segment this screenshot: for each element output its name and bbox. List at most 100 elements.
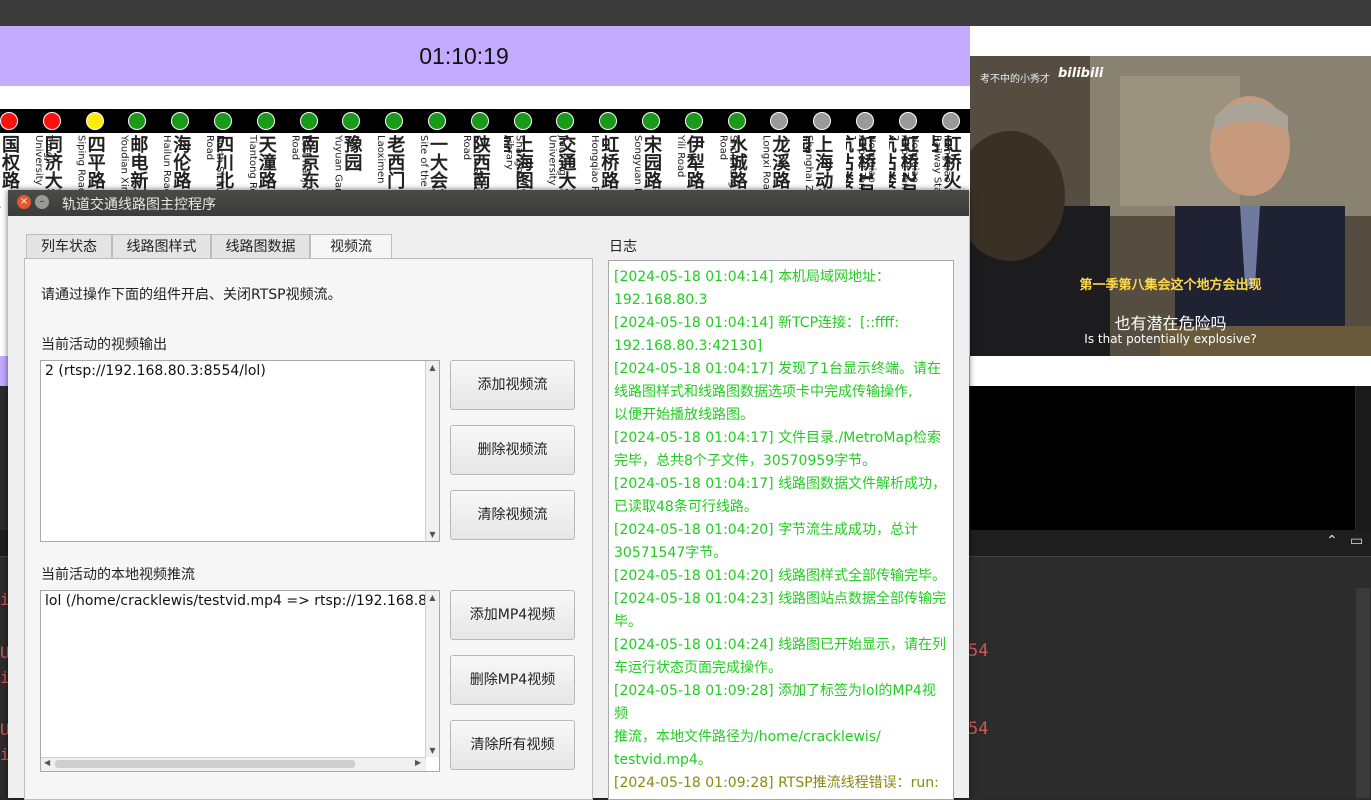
station-status-dot	[813, 112, 832, 130]
log-line: [2024-05-18 01:04:17] 线路图数据文件解析成功，	[614, 476, 947, 492]
station-name-cn: 天潼路	[255, 135, 277, 189]
log-line: 192.168.80.3:42130]	[614, 338, 763, 354]
scroll-up-icon[interactable]: ▲	[426, 363, 439, 372]
delete-stream-button[interactable]: 删除视频流	[450, 425, 575, 475]
line-bar	[0, 109, 970, 133]
log-line: [2024-05-18 01:04:17] 发现了1台显示终端。请在	[614, 361, 941, 377]
video-window: 考不中的小秀才 bilibili 第一季第八集会这个地方会出现 也有潜在危险吗 …	[970, 26, 1371, 386]
black-panel	[970, 386, 1355, 530]
station-status-dot	[941, 112, 960, 130]
station-status-dot	[599, 112, 618, 130]
station-name-cn: 龙溪路	[769, 135, 791, 189]
log-line: 推流，本地文件路径为/home/cracklewis/	[614, 729, 881, 745]
video-watermark: 考不中的小秀才	[980, 74, 1050, 85]
log-line: 完毕，总共8个子文件，30570959字节。	[614, 453, 877, 469]
station-name-cn: 水城路	[726, 135, 748, 189]
local-push-list[interactable]: lol (/home/cracklewis/testvid.mp4 => rts…	[40, 590, 440, 772]
log-line: 已读取48条可行线路。	[614, 499, 758, 515]
station-status-dot	[642, 112, 660, 130]
station-status-dot	[214, 112, 232, 130]
scroll-down-icon[interactable]: ▼	[426, 746, 439, 755]
scroll-down-icon[interactable]: ▼	[426, 530, 439, 539]
clock-band: 01:10:19	[0, 26, 970, 86]
title-bar: × – 轨道交通线路图主控程序	[8, 190, 969, 216]
log-lines: [2024-05-18 01:04:14] 本机局域网地址： 192.168.80…	[609, 261, 953, 799]
tab-map-style[interactable]: 线路图样式	[112, 234, 211, 260]
station-status-dot	[770, 112, 789, 130]
station-status-dot	[684, 112, 703, 130]
tab-map-data[interactable]: 线路图数据	[211, 234, 310, 260]
clear-stream-button[interactable]: 清除视频流	[450, 490, 575, 540]
scroll-thumb[interactable]	[55, 760, 355, 768]
station-status-dot	[256, 112, 275, 130]
log-line: 以便开始播放线路图。	[614, 407, 754, 423]
list-item[interactable]: lol (/home/cracklewis/testvid.mp4 => rts…	[45, 593, 425, 609]
log-line: [2024-05-18 01:04:14] 本机局域网地址：	[614, 269, 891, 285]
log-line: [2024-05-18 01:04:24] 线路图已开始显示，请在列	[614, 637, 947, 653]
log-line: 192.168.80.3	[614, 292, 708, 308]
station-status-dot	[385, 112, 404, 130]
station-name-cn: 伊犁路	[683, 135, 705, 189]
tab-train-status[interactable]: 列车状态	[26, 234, 112, 260]
video-caption: 第一季第八集会这个地方会出现	[1079, 278, 1262, 293]
push-list-hscrollbar[interactable]: ◀ ▶	[41, 757, 426, 771]
video-frame: 考不中的小秀才 bilibili 第一季第八集会这个地方会出现 也有潜在危险吗 …	[970, 56, 1371, 356]
push-label: 当前活动的本地视频推流	[41, 567, 195, 583]
log-line: [2024-05-18 01:04:20] 字节流生成成功，总计	[614, 522, 919, 538]
delete-mp4-button[interactable]: 删除MP4视频	[450, 655, 575, 705]
log-label: 日志	[609, 239, 637, 255]
terminal-scrollbar[interactable]	[1356, 588, 1370, 798]
terminal-text-fragment: 54	[968, 641, 989, 661]
clear-all-videos-button[interactable]: 清除所有视频	[450, 720, 575, 770]
log-line: [2024-05-18 01:04:14] 新TCP连接：[::ffff:	[614, 315, 899, 331]
station-status-dot	[299, 112, 318, 130]
minimize-icon[interactable]: –	[35, 195, 49, 209]
station-status-dot	[0, 112, 18, 130]
video-output-list[interactable]: 2 (rtsp://192.168.80.3:8554/lol) ▲ ▼	[40, 360, 440, 542]
station-status-dot	[556, 112, 575, 130]
log-line: [2024-05-18 01:04:20] 线路图样式全部传输完毕。	[614, 568, 947, 584]
log-view[interactable]: [2024-05-18 01:04:14] 本机局域网地址： 192.168.80…	[608, 260, 954, 800]
close-icon[interactable]: ×	[17, 195, 31, 209]
log-line: 30571547字节。	[614, 545, 728, 561]
output-list-scrollbar[interactable]: ▲ ▼	[425, 361, 439, 541]
window-title: 轨道交通线路图主控程序	[62, 197, 216, 213]
add-stream-button[interactable]: 添加视频流	[450, 360, 575, 410]
log-line: [2024-05-18 01:04:23] 线路图站点数据全部传输完	[614, 591, 947, 607]
station-status-dot	[42, 112, 61, 130]
station-name-cn: 宋园路	[641, 135, 662, 189]
maximize-icon[interactable]: ▭	[1350, 533, 1363, 549]
log-line: [2024-05-18 01:09:28] 添加了标签为lol的MP4视频	[614, 683, 936, 722]
station-name-cn: 老西门	[384, 135, 406, 189]
chevron-up-icon[interactable]: ⌃	[1326, 533, 1338, 549]
scroll-right-icon[interactable]: ▶	[415, 758, 421, 767]
log-line: [2024-05-18 01:04:17] 文件目录./MetroMap检索	[614, 430, 941, 446]
log-line: 线路图样式和线路图数据选项卡中完成传输操作,	[614, 384, 913, 400]
station-name-cn: 国权路	[0, 135, 20, 189]
station-status-dot	[342, 112, 361, 130]
station-name-cn: 海伦路	[170, 135, 192, 189]
push-list-vscrollbar[interactable]: ▲ ▼	[425, 591, 439, 757]
station-status-dot	[85, 112, 104, 130]
desktop-top-bar	[0, 0, 1371, 27]
panel-scrollbar[interactable]	[1356, 386, 1371, 530]
subtitle-cn: 也有潜在危险吗	[1114, 314, 1227, 333]
station-name-cn: 四平路	[84, 135, 106, 189]
add-mp4-button[interactable]: 添加MP4视频	[450, 590, 575, 640]
list-item[interactable]: 2 (rtsp://192.168.80.3:8554/lol)	[45, 363, 266, 379]
tab-video-stream[interactable]: 视频流	[310, 234, 392, 261]
bilibili-logo: bilibili	[1058, 66, 1104, 81]
main-control-window: × – 轨道交通线路图主控程序 列车状态 线路图样式 线路图数据 视频流 请通过…	[8, 190, 969, 800]
log-line: 毕。	[614, 614, 642, 630]
subtitle-en: Is that potentially explosive?	[1084, 332, 1257, 346]
station-status-dot	[171, 112, 190, 130]
instruction-text: 请通过操作下面的组件开启、关闭RTSP视频流。	[41, 287, 342, 303]
station-status-dot	[727, 112, 746, 130]
station-status-dot	[898, 112, 917, 130]
log-line: testvid.mp4。	[614, 752, 712, 768]
log-line: [2024-05-18 01:09:28] RTSP推流线程错误：run:	[614, 775, 939, 791]
terminal-text-fragment: 54	[968, 719, 989, 739]
station-name-cn: 豫园	[341, 135, 363, 171]
scroll-up-icon[interactable]: ▲	[426, 593, 439, 602]
scroll-left-icon[interactable]: ◀	[44, 758, 50, 767]
